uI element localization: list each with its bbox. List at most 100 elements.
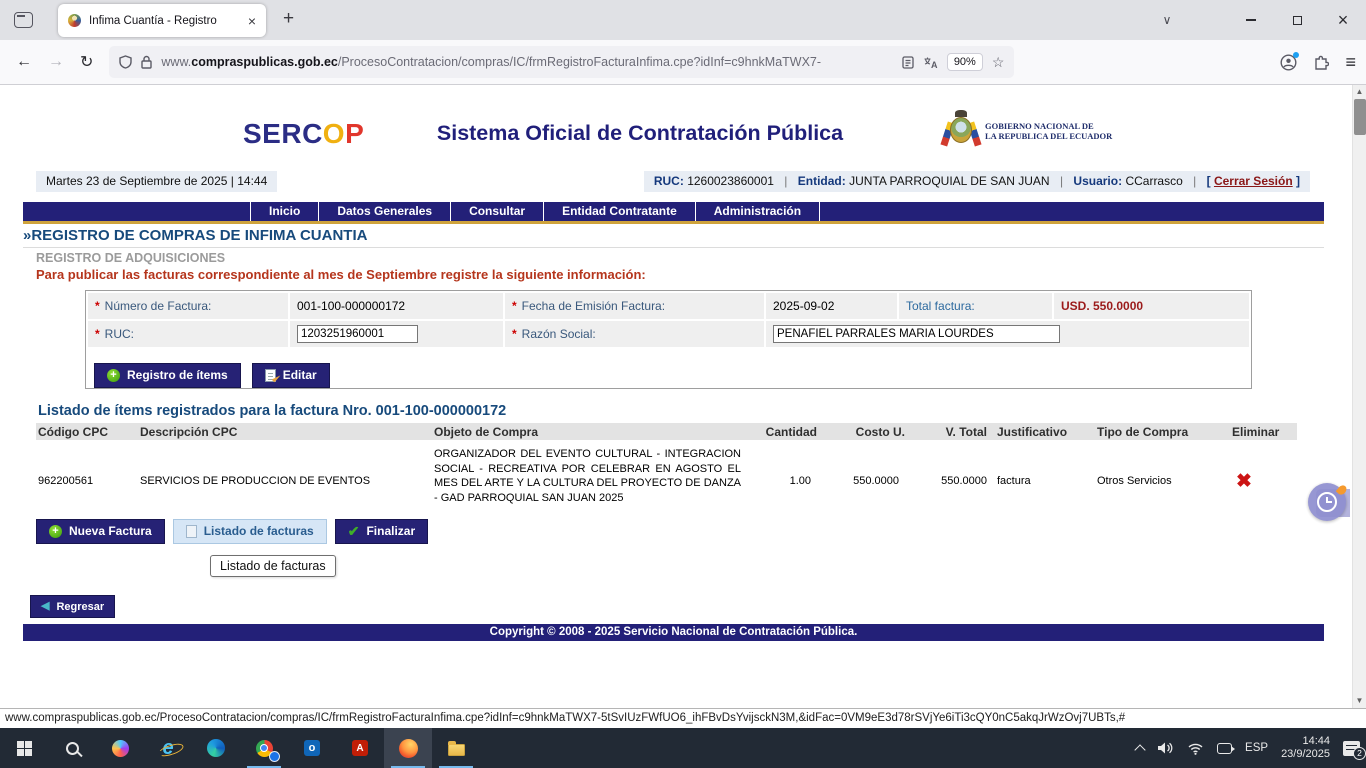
notification-badge: 2 bbox=[1353, 747, 1366, 760]
sercop-logo: SERCOP bbox=[243, 118, 364, 150]
taskbar-explorer-button[interactable] bbox=[432, 728, 480, 768]
system-tray: ESP 14:44 23/9/2025 2 bbox=[1136, 728, 1360, 768]
invoice-form: *Número de Factura: 001-100-000000172 *F… bbox=[85, 290, 1252, 389]
tray-cast-icon[interactable] bbox=[1217, 743, 1232, 754]
search-icon bbox=[66, 742, 79, 755]
volume-icon[interactable] bbox=[1157, 741, 1174, 755]
scroll-up-icon[interactable]: ▲ bbox=[1353, 85, 1366, 99]
listado-facturas-label: Listado de facturas bbox=[204, 524, 314, 538]
table-row: 962200561 SERVICIOS DE PRODUCCION DE EVE… bbox=[36, 446, 1297, 516]
account-notification-dot bbox=[1293, 52, 1299, 58]
taskbar-acrobat-button[interactable]: A bbox=[336, 728, 384, 768]
browser-tab[interactable]: Infima Cuantía - Registro × bbox=[58, 4, 266, 37]
header-cantidad: Cantidad bbox=[744, 425, 819, 439]
tab-list-chevron-icon[interactable]: ∨ bbox=[1144, 0, 1190, 40]
taskbar-search-button[interactable] bbox=[48, 728, 96, 768]
wifi-icon[interactable] bbox=[1187, 742, 1204, 755]
editar-button[interactable]: Editar bbox=[252, 363, 330, 388]
url-domain: compraspublicas.gob.ec bbox=[191, 55, 338, 69]
restore-button[interactable] bbox=[1274, 0, 1320, 40]
extensions-icon[interactable] bbox=[1313, 55, 1329, 71]
logout-link[interactable]: Cerrar Sesión bbox=[1214, 174, 1293, 188]
taskbar-date: 23/9/2025 bbox=[1281, 748, 1330, 761]
razon-social-input[interactable] bbox=[773, 325, 1060, 343]
language-indicator[interactable]: ESP bbox=[1245, 742, 1268, 754]
nav-item-administracion[interactable]: Administración bbox=[696, 202, 820, 221]
registro-items-label: Registro de ítems bbox=[127, 368, 228, 382]
internet-explorer-icon: e bbox=[162, 738, 173, 758]
section-heading: »REGISTRO DE COMPRAS DE INFIMA CUANTIA bbox=[23, 227, 367, 244]
nav-item-inicio[interactable]: Inicio bbox=[251, 202, 319, 221]
windows-icon bbox=[17, 741, 32, 756]
regresar-container: ◀ Regresar bbox=[30, 595, 115, 618]
acrobat-icon: A bbox=[352, 740, 368, 756]
header-descripcion-cpc: Descripción CPC bbox=[136, 425, 431, 439]
url-text[interactable]: www.compraspublicas.gob.ec/ProcesoContra… bbox=[161, 55, 892, 69]
minimize-button[interactable] bbox=[1228, 0, 1274, 40]
lock-icon[interactable] bbox=[141, 55, 152, 69]
logout-bracket-close: ] bbox=[1296, 174, 1300, 188]
screen-time-widget[interactable] bbox=[1308, 483, 1350, 523]
menu-icon[interactable]: ≡ bbox=[1345, 52, 1356, 73]
scrollbar-thumb[interactable] bbox=[1354, 99, 1366, 135]
taskbar-clock[interactable]: 14:44 23/9/2025 bbox=[1281, 735, 1330, 761]
page-footer: Copyright © 2008 - 2025 Servicio Naciona… bbox=[23, 624, 1324, 641]
zoom-level-badge[interactable]: 90% bbox=[947, 53, 983, 71]
url-prefix: www. bbox=[161, 55, 191, 69]
nueva-factura-button[interactable]: + Nueva Factura bbox=[36, 519, 165, 544]
notification-center-icon[interactable]: 2 bbox=[1343, 741, 1360, 756]
delete-item-icon[interactable]: ✖ bbox=[1224, 472, 1297, 491]
taskbar-copilot-button[interactable] bbox=[96, 728, 144, 768]
taskbar: e o A ESP 14:44 23/9/2025 2 bbox=[0, 728, 1366, 768]
address-bar[interactable]: www.compraspublicas.gob.ec/ProcesoContra… bbox=[109, 46, 1014, 78]
finalizar-label: Finalizar bbox=[366, 524, 415, 538]
bottom-action-buttons: + Nueva Factura Listado de facturas ✔ Fi… bbox=[36, 519, 428, 544]
back-icon[interactable]: ← bbox=[16, 53, 32, 71]
account-icon[interactable] bbox=[1280, 54, 1297, 71]
forward-icon[interactable]: → bbox=[48, 53, 64, 71]
edge-icon bbox=[207, 739, 225, 757]
nav-item-consultar[interactable]: Consultar bbox=[451, 202, 544, 221]
firefox-view-icon[interactable] bbox=[14, 12, 33, 28]
bookmark-star-icon[interactable]: ☆ bbox=[992, 54, 1005, 71]
listado-facturas-tooltip: Listado de facturas bbox=[210, 555, 336, 577]
taskbar-firefox-button[interactable] bbox=[384, 728, 432, 768]
start-button[interactable] bbox=[0, 728, 48, 768]
nav-item-datos-generales[interactable]: Datos Generales bbox=[319, 202, 451, 221]
logout-bracket-open: [ bbox=[1207, 174, 1211, 188]
government-logo: GOBIERNO NACIONAL DE LA REPUBLICA DEL EC… bbox=[944, 110, 1112, 152]
copilot-icon bbox=[112, 740, 129, 757]
taskbar-outlook-button[interactable]: o bbox=[288, 728, 336, 768]
taskbar-chrome-button[interactable] bbox=[240, 728, 288, 768]
translate-icon[interactable]: A bbox=[923, 56, 938, 69]
finalizar-button[interactable]: ✔ Finalizar bbox=[335, 519, 428, 544]
editar-label: Editar bbox=[283, 368, 317, 382]
tab-close-icon[interactable]: × bbox=[248, 14, 256, 28]
taskbar-ie-button[interactable]: e bbox=[144, 728, 192, 768]
registro-items-button[interactable]: + Registro de ítems bbox=[94, 363, 241, 388]
shield-icon[interactable] bbox=[119, 55, 132, 69]
taskbar-edge-button[interactable] bbox=[192, 728, 240, 768]
chrome-profile-badge bbox=[269, 751, 280, 762]
header-costo-u: Costo U. bbox=[819, 425, 907, 439]
cell-costo-u: 550.0000 bbox=[819, 475, 907, 487]
new-tab-button[interactable]: + bbox=[283, 8, 294, 30]
close-button[interactable]: × bbox=[1320, 0, 1366, 40]
browser-toolbar: ← → ↻ www.compraspublicas.gob.ec/Proceso… bbox=[0, 40, 1366, 85]
session-ruc-value: 1260023860001 bbox=[687, 174, 774, 188]
cell-tipo-compra: Otros Servicios bbox=[1089, 475, 1224, 487]
reader-view-icon[interactable] bbox=[902, 56, 914, 69]
page-scrollbar[interactable]: ▲ ▼ bbox=[1352, 85, 1366, 708]
razon-social-input-cell bbox=[766, 321, 1249, 347]
cell-justificativo: factura bbox=[989, 475, 1089, 487]
toolbar-right-icons: ≡ bbox=[1280, 40, 1356, 85]
session-usuario-label: Usuario: bbox=[1073, 174, 1122, 188]
items-table-header: Código CPC Descripción CPC Objeto de Com… bbox=[36, 423, 1297, 440]
scroll-down-icon[interactable]: ▼ bbox=[1353, 694, 1366, 708]
ruc-input[interactable] bbox=[297, 325, 418, 343]
tray-expand-icon[interactable] bbox=[1134, 744, 1145, 755]
regresar-button[interactable]: ◀ Regresar bbox=[30, 595, 115, 618]
reload-icon[interactable]: ↻ bbox=[80, 52, 93, 72]
listado-facturas-button[interactable]: Listado de facturas bbox=[173, 519, 327, 544]
nav-item-entidad-contratante[interactable]: Entidad Contratante bbox=[544, 202, 696, 221]
